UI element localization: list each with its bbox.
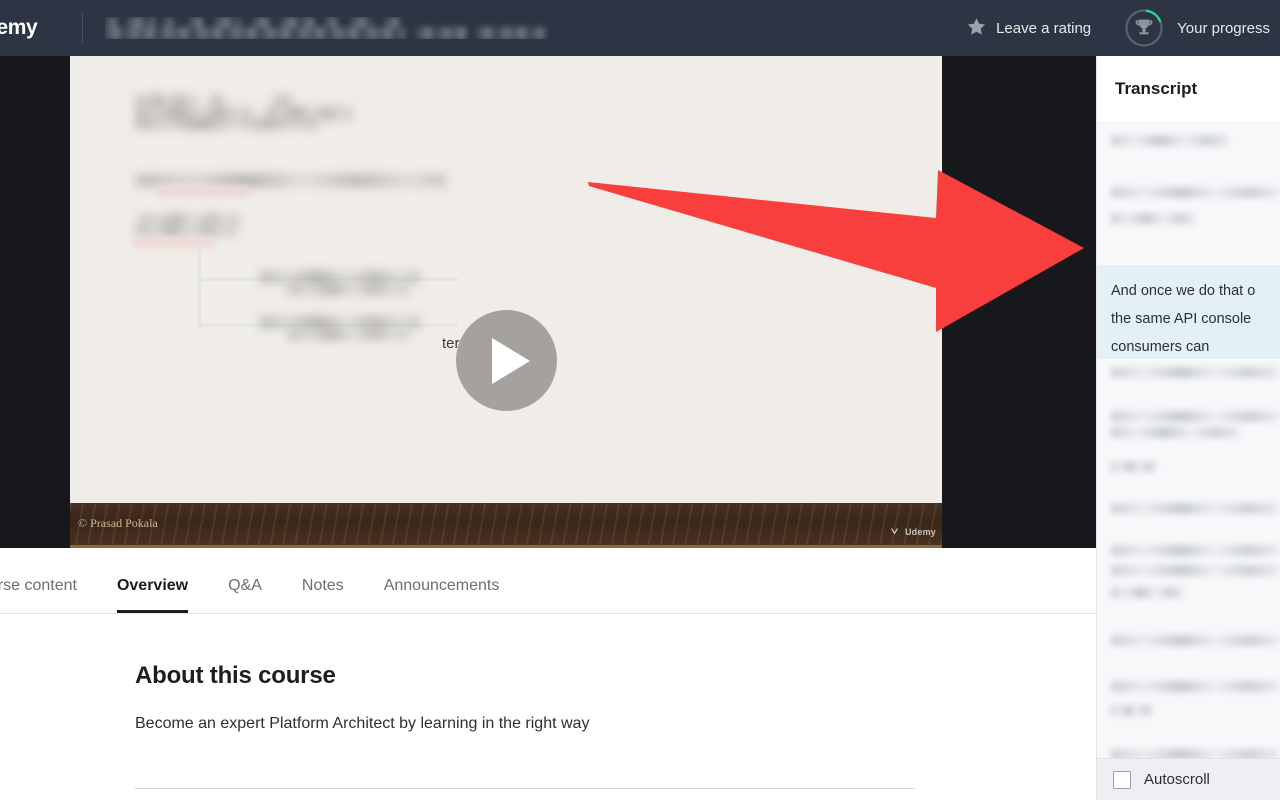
transcript-cue[interactable] [1097, 675, 1280, 739]
leave-a-rating-button[interactable]: Leave a rating [953, 11, 1105, 46]
trophy-icon [1135, 19, 1153, 35]
udemy-logo-text: demy [0, 16, 38, 39]
play-icon [492, 337, 530, 384]
transcript-cue-active[interactable]: And once we do that o the same API conso… [1097, 265, 1280, 359]
slide-copyright: © Prasad Pokala [78, 516, 158, 530]
tab-announcements-label: Announcements [383, 577, 500, 594]
transcript-cue-line-3: consumers can [1111, 339, 1210, 355]
play-button[interactable] [456, 310, 557, 411]
udemy-course-player: demy Leave a [0, 0, 1280, 800]
star-icon [967, 17, 986, 40]
tab-notes[interactable]: Notes [282, 577, 364, 613]
transcript-footer: Autoscroll [1097, 758, 1280, 800]
transcript-list[interactable]: And once we do that o the same API conso… [1097, 123, 1280, 758]
transcript-title: Transcript [1115, 79, 1198, 98]
udemy-watermark-text: Udemy [904, 527, 936, 537]
progress-ring [1123, 7, 1165, 49]
udemy-mark-icon [891, 527, 898, 534]
udemy-watermark: Udemy [891, 527, 936, 537]
header-actions: Leave a rating Your progress [953, 0, 1280, 56]
tab-qa-label: Q&A [228, 577, 262, 594]
course-description: Become an expert Platform Architect by l… [135, 715, 590, 732]
tab-qa[interactable]: Q&A [208, 577, 282, 613]
course-title-blurred [105, 17, 550, 39]
tab-notes-label: Notes [301, 577, 344, 594]
transcript-cue-line-1: And once we do that o [1111, 283, 1256, 299]
tab-announcements[interactable]: Announcements [364, 577, 520, 613]
app-header: demy Leave a [0, 0, 1280, 56]
tab-overview-label: Overview [116, 577, 189, 594]
transcript-cue[interactable] [1097, 497, 1280, 541]
page-title: About this course [135, 662, 336, 689]
autoscroll-label: Autoscroll [1144, 771, 1210, 788]
your-progress-button[interactable]: Your progress [1105, 1, 1280, 55]
tab-overview[interactable]: Overview [97, 577, 208, 613]
video-player[interactable]: ter © Prasad Pokala Udemy [0, 56, 1096, 548]
transcript-cue[interactable] [1097, 453, 1280, 497]
transcript-cue-line-2: the same API console [1111, 311, 1252, 327]
header-divider [82, 13, 83, 43]
leave-a-rating-label: Leave a rating [996, 19, 1092, 37]
about-this-course-section: About this course Become an expert Platf… [0, 614, 1096, 733]
transcript-cue[interactable] [1097, 627, 1280, 675]
slide-footer-bar: © Prasad Pokala Udemy [70, 503, 942, 548]
video-slide-content: ter © Prasad Pokala Udemy [70, 56, 942, 548]
transcript-cue[interactable] [1097, 129, 1280, 185]
section-divider [135, 788, 915, 789]
transcript-cue[interactable] [1097, 739, 1280, 758]
course-lower-panel: ourse content Overview Q&A Notes Announc… [0, 548, 1096, 800]
tab-course-content[interactable]: ourse content [0, 577, 97, 613]
udemy-logo[interactable]: demy [0, 0, 60, 56]
transcript-cue[interactable] [1097, 541, 1280, 627]
course-tabs: ourse content Overview Q&A Notes Announc… [0, 548, 1096, 614]
tab-course-content-label: ourse content [0, 577, 77, 594]
autoscroll-checkbox[interactable] [1113, 770, 1131, 789]
transcript-cue[interactable] [1097, 405, 1280, 453]
transcript-header: Transcript [1097, 56, 1280, 123]
transcript-panel: Transcript And once we do that o the sam… [1096, 56, 1280, 800]
transcript-cue[interactable] [1097, 359, 1280, 405]
your-progress-label: Your progress [1177, 19, 1270, 37]
transcript-cue[interactable] [1097, 185, 1280, 265]
